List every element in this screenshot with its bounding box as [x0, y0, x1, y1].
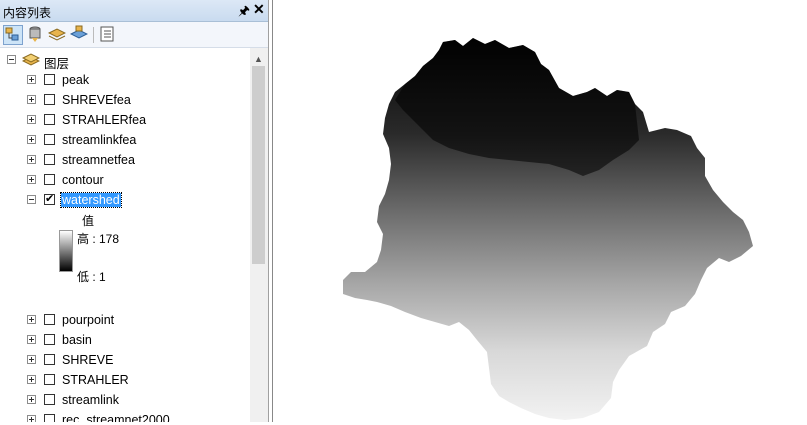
scroll-up-arrow-icon[interactable]: ▲	[254, 54, 263, 64]
options-list-icon	[100, 26, 114, 42]
layer-name: contour	[62, 173, 104, 187]
layer-item-shreve[interactable]: SHREVE	[0, 350, 250, 370]
layer-tree: 图层 peak SHREVEfea STRAHLERfea streamlink…	[0, 48, 250, 422]
legend-heading: 值	[82, 214, 95, 228]
expand-toggle[interactable]	[27, 135, 36, 144]
layer-item-streamlink[interactable]: streamlink	[0, 390, 250, 410]
layer-name-selected: watershed	[60, 192, 122, 208]
visibility-checkbox[interactable]	[44, 114, 55, 125]
visibility-checkbox[interactable]	[44, 354, 55, 365]
layer-item-strahlerfea[interactable]: STRAHLERfea	[0, 110, 250, 130]
expand-toggle[interactable]	[27, 175, 36, 184]
layer-name: streamlink	[62, 393, 119, 407]
legend-low-label: 低 : 1	[77, 270, 106, 284]
expand-toggle[interactable]	[27, 155, 36, 164]
panel-title: 内容列表	[3, 6, 52, 20]
expand-toggle[interactable]	[27, 115, 36, 124]
database-icon	[29, 26, 41, 42]
visibility-checkbox[interactable]	[44, 74, 55, 85]
layer-name: STRAHLERfea	[62, 113, 147, 127]
layer-name: STRAHLER	[62, 373, 129, 387]
visibility-checkbox[interactable]	[44, 394, 55, 405]
toc-toolbar	[0, 22, 268, 48]
selection-layers-icon	[69, 25, 89, 39]
visibility-checkbox[interactable]	[44, 192, 55, 205]
legend-high-label: 高 : 178	[77, 232, 120, 246]
layer-name: streamnetfea	[62, 153, 135, 167]
layer-item-shrevefea[interactable]: SHREVEfea	[0, 90, 250, 110]
layer-item-streamnetfea[interactable]: streamnetfea	[0, 150, 250, 170]
expand-toggle[interactable]	[27, 375, 36, 384]
layer-name: rec_streamnet2000	[62, 413, 170, 422]
expand-toggle[interactable]	[27, 355, 36, 364]
collapse-toggle[interactable]	[27, 195, 36, 204]
visibility-checkbox[interactable]	[44, 154, 55, 165]
visibility-checkbox[interactable]	[44, 414, 55, 422]
layer-name: streamlinkfea	[62, 133, 137, 147]
layer-item-contour[interactable]: contour	[0, 170, 250, 190]
layer-item-pourpoint[interactable]: pourpoint	[0, 310, 250, 330]
expand-toggle[interactable]	[27, 75, 36, 84]
layer-name: SHREVEfea	[62, 93, 131, 107]
layer-item-strahler[interactable]: STRAHLER	[0, 370, 250, 390]
expand-toggle[interactable]	[27, 95, 36, 104]
layers-icon	[22, 53, 40, 66]
expand-toggle[interactable]	[27, 415, 36, 422]
layer-name: pourpoint	[62, 313, 115, 327]
watershed-raster-map	[343, 38, 753, 420]
layer-name: peak	[62, 73, 90, 87]
expand-toggle[interactable]	[27, 315, 36, 324]
list-by-source-button[interactable]	[26, 25, 46, 45]
layer-name: basin	[62, 333, 92, 347]
layer-item-basin[interactable]: basin	[0, 330, 250, 350]
panel-titlebar: 内容列表 🖈 ✕	[0, 0, 268, 22]
visibility-checkbox[interactable]	[44, 374, 55, 385]
visibility-checkbox[interactable]	[44, 334, 55, 345]
layers-root[interactable]: 图层	[0, 50, 250, 71]
expand-toggle[interactable]	[27, 395, 36, 404]
drawing-order-icon	[5, 27, 19, 41]
visibility-checkbox[interactable]	[44, 174, 55, 185]
layers-visibility-icon	[47, 28, 67, 41]
map-view[interactable]	[272, 0, 807, 422]
layer-item-peak[interactable]: peak	[0, 70, 250, 90]
table-of-contents-panel: 内容列表 🖈 ✕ 图层 peak SHREVEfea STRAHLERfea s…	[0, 0, 269, 422]
layer-item-rec-streamnet2000[interactable]: rec_streamnet2000	[0, 410, 250, 422]
expand-toggle[interactable]	[27, 335, 36, 344]
layer-item-streamlinkfea[interactable]: streamlinkfea	[0, 130, 250, 150]
list-by-visibility-button[interactable]	[47, 25, 68, 45]
vertical-scrollbar[interactable]: ▲	[250, 48, 268, 422]
close-icon[interactable]: ✕	[253, 1, 265, 18]
visibility-checkbox[interactable]	[44, 94, 55, 105]
layer-name: SHREVE	[62, 353, 114, 367]
visibility-checkbox[interactable]	[44, 314, 55, 325]
visibility-checkbox[interactable]	[44, 134, 55, 145]
pin-icon[interactable]: 🖈	[238, 2, 250, 24]
layer-item-watershed[interactable]: watershed	[0, 190, 250, 210]
watershed-legend: 值 高 : 178 低 : 1	[0, 210, 250, 284]
scrollbar-thumb[interactable]	[252, 66, 265, 264]
options-button[interactable]	[98, 25, 118, 45]
collapse-toggle[interactable]	[7, 55, 16, 64]
legend-color-ramp	[59, 230, 73, 272]
list-by-drawing-order-button[interactable]	[3, 25, 23, 45]
list-by-selection-button[interactable]	[69, 25, 90, 45]
toolbar-separator	[93, 27, 94, 43]
